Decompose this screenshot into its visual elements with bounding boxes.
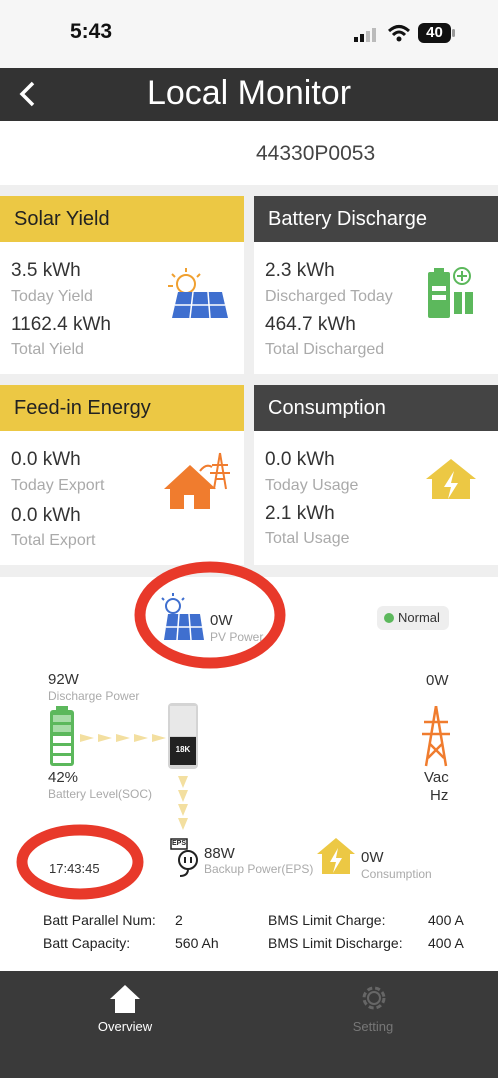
consumption-power-label: Consumption	[361, 867, 432, 881]
batt-parallel-value: 2	[175, 912, 183, 928]
battery-icon: 40	[418, 23, 456, 43]
battery-discharge-title: Battery Discharge	[254, 196, 498, 242]
annotation-circle-time	[16, 820, 144, 905]
battery-level-icon	[48, 706, 76, 771]
batt-capacity-label: Batt Capacity:	[43, 935, 131, 951]
solar-total-value: 1162.4 kWh	[11, 314, 111, 335]
battery-total-label: Total Discharged	[265, 341, 385, 358]
consumption-title: Consumption	[254, 385, 498, 431]
feedin-card: Feed-in Energy 0.0 kWh Today Export 0.0 …	[0, 385, 244, 565]
bms-charge-value: 400 A	[428, 912, 464, 928]
soc-label: Battery Level(SOC)	[48, 787, 153, 801]
overview-tab[interactable]: Overview	[80, 980, 170, 1040]
bms-charge-label: BMS Limit Charge:	[268, 912, 386, 928]
status-time: 5:43	[70, 20, 113, 43]
feedin-today-value: 0.0 kWh	[11, 449, 81, 470]
serial-bar	[0, 121, 498, 185]
consumption-card: Consumption 0.0 kWh Today Usage 2.1 kWh …	[254, 385, 498, 565]
battery-discharge-card: Battery Discharge 2.3 kWh Discharged Tod…	[254, 196, 498, 374]
eps-tag: EPS	[172, 840, 187, 847]
annotation-circle-pv	[134, 560, 286, 675]
solar-total-label: Total Yield	[11, 341, 84, 358]
battery-percent: 40	[426, 24, 443, 41]
feedin-total-label: Total Export	[11, 532, 96, 549]
grid-power-value: 0W	[426, 672, 449, 689]
consumption-today-label: Today Usage	[265, 477, 359, 494]
battery-today-value: 2.3 kWh	[265, 260, 335, 281]
solar-today-value: 3.5 kWh	[11, 260, 81, 281]
battery-today-label: Discharged Today	[265, 288, 393, 305]
setting-tab[interactable]: Setting	[328, 980, 418, 1040]
consumption-power-value: 0W	[361, 849, 384, 866]
backup-power-label: Backup Power(EPS)	[204, 862, 314, 876]
solar-today-label: Today Yield	[11, 288, 93, 305]
status-text: Normal	[398, 610, 440, 625]
consumption-total-label: Total Usage	[265, 530, 350, 547]
batt-capacity-value: 560 Ah	[175, 935, 219, 951]
battery-total-value: 464.7 kWh	[265, 314, 356, 335]
home-icon	[109, 984, 141, 1019]
inverter-label: 18K	[175, 745, 191, 754]
status-badge: Normal	[377, 606, 449, 630]
soc-value: 42%	[48, 769, 79, 786]
page-title: Local Monitor	[146, 74, 352, 112]
house-bolt-icon	[424, 457, 478, 506]
grid-hz: Hz	[430, 787, 449, 804]
setting-label: Setting	[352, 1019, 394, 1034]
bms-discharge-value: 400 A	[428, 935, 464, 951]
inverter-top-panel	[170, 706, 196, 736]
wifi-icon	[387, 24, 411, 42]
batt-parallel-label: Batt Parallel Num:	[43, 912, 156, 928]
inverter-icon: 18K	[168, 703, 198, 769]
discharge-power-label: Discharge Power	[48, 689, 140, 703]
bms-discharge-label: BMS Limit Discharge:	[268, 935, 403, 951]
bottom-nav	[0, 971, 498, 1078]
device-serial: 44330P0053	[256, 142, 376, 165]
solar-yield-title: Solar Yield	[0, 196, 244, 242]
discharge-power-value: 92W	[48, 671, 79, 688]
battery-green-icon	[426, 266, 478, 325]
grid-vac: Vac	[424, 769, 449, 786]
status-dot	[384, 613, 394, 623]
solar-yield-card: Solar Yield 3.5 kWh Today Yield 1162.4 k…	[0, 196, 244, 374]
overview-label: Overview	[97, 1019, 153, 1034]
flow-arrow-horizontal	[80, 731, 166, 749]
gear-icon	[358, 982, 390, 1019]
solar-panel-icon	[164, 266, 230, 327]
consumption-total-value: 2.1 kWh	[265, 503, 335, 524]
consumption-house-icon	[316, 836, 356, 881]
flow-arrow-vertical	[176, 776, 190, 835]
feedin-total-value: 0.0 kWh	[11, 505, 81, 526]
feedin-today-label: Today Export	[11, 477, 105, 494]
backup-power-value: 88W	[204, 845, 235, 862]
grid-tower-icon	[422, 705, 450, 773]
signal-icon	[354, 28, 378, 42]
house-tower-icon	[162, 451, 234, 516]
consumption-today-value: 0.0 kWh	[265, 449, 335, 470]
feedin-title: Feed-in Energy	[0, 385, 244, 431]
